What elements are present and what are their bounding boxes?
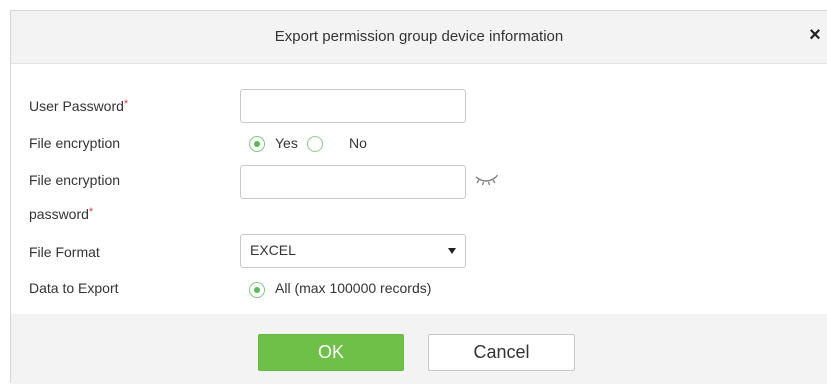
data-to-export-label: Data to Export: [29, 280, 119, 296]
data-to-export-all-label[interactable]: All (max 100000 records): [275, 280, 431, 296]
user-password-label: User Password*: [29, 98, 128, 114]
export-dialog: Export permission group device informati…: [10, 10, 827, 384]
user-password-input[interactable]: [240, 89, 466, 123]
cancel-button[interactable]: Cancel: [428, 334, 575, 371]
file-encryption-yes-label[interactable]: Yes: [275, 135, 298, 151]
dialog-footer: OK Cancel: [11, 314, 827, 384]
ok-button[interactable]: OK: [258, 334, 404, 371]
file-encryption-password-label-line2: password*: [29, 206, 93, 222]
file-encryption-label: File encryption: [29, 135, 121, 151]
file-encryption-no-label[interactable]: No: [349, 135, 367, 151]
required-mark: *: [123, 98, 129, 110]
dialog-title: Export permission group device informati…: [274, 28, 564, 45]
required-mark: *: [88, 206, 94, 218]
close-icon[interactable]: ×: [804, 23, 826, 47]
chevron-down-icon: [448, 248, 456, 254]
user-password-label-text: User Password: [29, 98, 124, 114]
file-encryption-password-label-line1: File encryption: [29, 172, 121, 188]
eye-closed-icon[interactable]: [474, 173, 498, 187]
file-encryption-password-input[interactable]: [240, 165, 466, 199]
data-to-export-all-radio[interactable]: [249, 282, 265, 298]
file-encryption-password-label-text: password: [29, 206, 89, 222]
file-format-selected-value: EXCEL: [250, 242, 296, 258]
dialog-titlebar: Export permission group device informati…: [11, 11, 827, 64]
file-format-label: File Format: [29, 244, 100, 260]
file-encryption-yes-radio[interactable]: [249, 136, 265, 152]
file-encryption-no-radio[interactable]: [307, 136, 323, 152]
file-format-select[interactable]: EXCEL: [240, 234, 466, 268]
dialog-body: User Password* File encryption Yes No Fi…: [11, 64, 827, 314]
